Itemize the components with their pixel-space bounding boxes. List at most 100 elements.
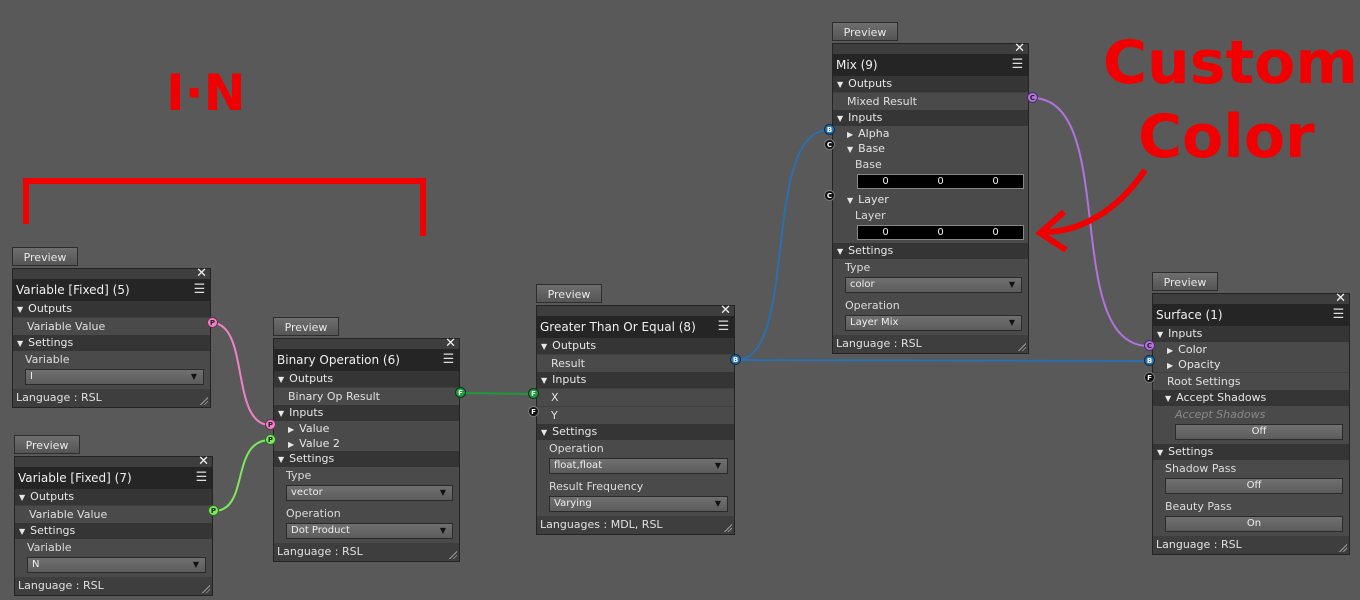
node-titlebar[interactable]: Surface (1) ☰ xyxy=(1153,304,1349,326)
gte-preview-button[interactable]: Preview xyxy=(536,284,602,303)
type-dropdown[interactable]: vector ▼ xyxy=(274,485,459,505)
input-base[interactable]: ▼ Base xyxy=(833,141,1028,156)
base-g-value[interactable]: 0 xyxy=(913,175,968,188)
node-titlebar[interactable]: Mix (9) ☰ xyxy=(833,54,1028,76)
accept-shadows-toggle[interactable]: Off xyxy=(1153,424,1349,444)
settings-section[interactable]: ▼ Settings xyxy=(1153,444,1349,460)
type-dropdown[interactable]: color ▼ xyxy=(833,277,1028,297)
menu-icon[interactable]: ☰ xyxy=(1010,57,1025,72)
var5-preview-button[interactable]: Preview xyxy=(12,247,78,266)
inputs-section[interactable]: ▼ Inputs xyxy=(274,405,459,421)
beauty-pass-toggle[interactable]: On xyxy=(1153,516,1349,536)
layer-g-value[interactable]: 0 xyxy=(913,226,968,239)
beauty-pass-value[interactable]: On xyxy=(1165,516,1343,532)
outputs-section[interactable]: ▼ Outputs xyxy=(833,76,1028,92)
accept-shadows-section[interactable]: ▼ Accept Shadows xyxy=(1153,390,1349,406)
resize-grip-icon[interactable] xyxy=(199,396,208,405)
node-variable-fixed-5[interactable]: ✕ Variable [Fixed] (5) ☰ ▼ Outputs Variab… xyxy=(12,267,211,408)
menu-icon[interactable]: ☰ xyxy=(192,282,207,297)
base-b-value[interactable]: 0 xyxy=(968,175,1023,188)
var5-output-pin[interactable]: P xyxy=(207,317,218,328)
gte-x-pin[interactable]: F xyxy=(528,388,539,399)
operation-dropdown[interactable]: Dot Product ▼ xyxy=(274,523,459,543)
input-label: Opacity xyxy=(1178,358,1221,371)
binop-value-pin[interactable]: P xyxy=(265,419,276,430)
operation-dropdown[interactable]: float,float ▼ xyxy=(537,458,734,478)
outputs-section[interactable]: ▼ Outputs xyxy=(274,371,459,387)
input-label: X xyxy=(551,391,559,404)
binop-output-pin[interactable]: F xyxy=(455,387,466,398)
surface-preview-button[interactable]: Preview xyxy=(1152,272,1218,291)
outputs-section[interactable]: ▼ Outputs xyxy=(537,338,734,354)
input-label: Value 2 xyxy=(299,437,340,450)
node-surface-1[interactable]: ✕ Surface (1) ☰ ▼ Inputs ▶ Color ▶ Opacity … xyxy=(1152,292,1350,555)
inputs-section[interactable]: ▼ Inputs xyxy=(537,372,734,388)
menu-icon[interactable]: ☰ xyxy=(1331,307,1346,322)
accept-shadows-value[interactable]: Off xyxy=(1175,424,1343,440)
mix-base-pin[interactable]: C xyxy=(824,139,835,150)
layer-label: Layer xyxy=(833,207,1028,225)
accept-shadows-field-label: Accept Shadows xyxy=(1153,406,1349,424)
result-frequency-dropdown[interactable]: Varying ▼ xyxy=(537,496,734,516)
input-value2[interactable]: ▶ Value 2 xyxy=(274,436,459,451)
resize-grip-icon[interactable] xyxy=(201,584,210,593)
inputs-section[interactable]: ▼ Inputs xyxy=(1153,326,1349,342)
expand-triangle-icon: ▶ xyxy=(288,440,295,449)
input-opacity[interactable]: ▶ Opacity xyxy=(1153,357,1349,372)
outputs-section[interactable]: ▼ Outputs xyxy=(15,489,212,505)
settings-section[interactable]: ▼ Settings xyxy=(274,451,459,467)
gte-y-pin[interactable]: F xyxy=(528,406,539,417)
var7-preview-button[interactable]: Preview xyxy=(14,435,80,454)
settings-section[interactable]: ▼ Settings xyxy=(833,243,1028,259)
mix-output-pin[interactable]: C xyxy=(1027,92,1038,103)
input-layer[interactable]: ▼ Layer xyxy=(833,192,1028,207)
binop-value2-pin[interactable]: P xyxy=(265,434,276,445)
resize-grip-icon[interactable] xyxy=(448,550,457,559)
layer-r-value[interactable]: 0 xyxy=(858,226,913,239)
mix-alpha-pin[interactable]: B xyxy=(824,124,835,135)
resize-grip-icon[interactable] xyxy=(1338,543,1347,552)
layer-b-value[interactable]: 0 xyxy=(968,226,1023,239)
beauty-pass-label: Beauty Pass xyxy=(1153,498,1349,516)
base-color-field[interactable]: 000 xyxy=(833,174,1028,192)
gte-output-pin[interactable]: B xyxy=(730,354,741,365)
node-greater-than-or-equal-8[interactable]: ✕ Greater Than Or Equal (8) ☰ ▼ Outputs R… xyxy=(536,304,735,535)
base-r-value[interactable]: 0 xyxy=(858,175,913,188)
input-value[interactable]: ▶ Value xyxy=(274,421,459,436)
node-binary-operation-6[interactable]: ✕ Binary Operation (6) ☰ ▼ Outputs Binary… xyxy=(273,337,460,562)
outputs-section[interactable]: ▼ Outputs xyxy=(13,301,210,317)
layer-color-field[interactable]: 000 xyxy=(833,225,1028,243)
node-titlebar[interactable]: Variable [Fixed] (7) ☰ xyxy=(15,467,212,489)
node-mix-9[interactable]: ✕ Mix (9) ☰ ▼ Outputs Mixed Result ▼ Input… xyxy=(832,42,1029,354)
surface-color-pin[interactable]: C xyxy=(1144,340,1155,351)
var7-output-pin[interactable]: P xyxy=(208,505,219,516)
variable-dropdown[interactable]: I ▼ xyxy=(13,369,210,389)
mix-layer-pin[interactable]: C xyxy=(824,190,835,201)
surface-root-pin[interactable]: F xyxy=(1144,372,1155,383)
node-titlebar[interactable]: Binary Operation (6) ☰ xyxy=(274,349,459,371)
settings-label: Settings xyxy=(1168,445,1214,458)
resize-grip-icon[interactable] xyxy=(1017,342,1026,351)
menu-icon[interactable]: ☰ xyxy=(194,470,209,485)
menu-icon[interactable]: ☰ xyxy=(441,352,456,367)
node-titlebar[interactable]: Greater Than Or Equal (8) ☰ xyxy=(537,316,734,338)
operation-dropdown[interactable]: Layer Mix ▼ xyxy=(833,315,1028,335)
menu-icon[interactable]: ☰ xyxy=(716,319,731,334)
shadow-pass-value[interactable]: Off xyxy=(1165,478,1343,494)
mix-preview-button[interactable]: Preview xyxy=(832,22,898,41)
settings-section[interactable]: ▼ Settings xyxy=(537,424,734,440)
binop-preview-button[interactable]: Preview xyxy=(273,317,339,336)
surface-opacity-pin[interactable]: B xyxy=(1144,355,1155,366)
collapse-triangle-icon: ▼ xyxy=(278,409,285,418)
input-label: Value xyxy=(299,422,330,435)
settings-section[interactable]: ▼ Settings xyxy=(15,523,212,539)
node-titlebar[interactable]: Variable [Fixed] (5) ☰ xyxy=(13,279,210,301)
variable-dropdown[interactable]: N ▼ xyxy=(15,557,212,577)
shadow-pass-toggle[interactable]: Off xyxy=(1153,478,1349,498)
inputs-section[interactable]: ▼ Inputs xyxy=(833,110,1028,126)
resize-grip-icon[interactable] xyxy=(723,523,732,532)
input-color[interactable]: ▶ Color xyxy=(1153,342,1349,357)
settings-section[interactable]: ▼ Settings xyxy=(13,335,210,351)
input-alpha[interactable]: ▶ Alpha xyxy=(833,126,1028,141)
node-variable-fixed-7[interactable]: ✕ Variable [Fixed] (7) ☰ ▼ Outputs Variab… xyxy=(14,455,213,596)
